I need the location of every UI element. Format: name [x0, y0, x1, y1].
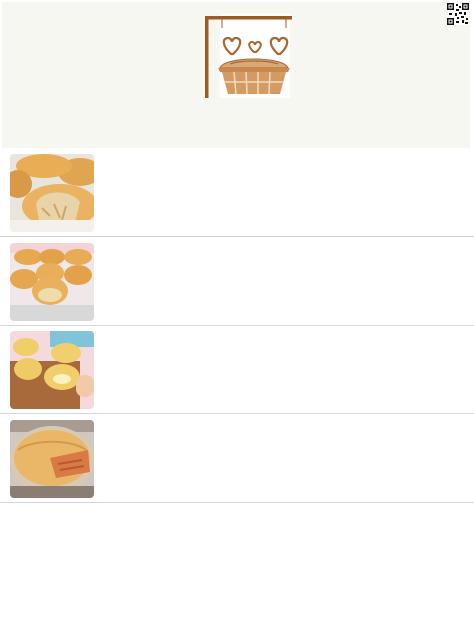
pies-on-tray-photo	[10, 242, 94, 321]
recipe-list-item[interactable]	[0, 416, 474, 503]
large-meat-pie-photo	[10, 419, 94, 498]
cheese-pies-on-board-photo	[10, 331, 94, 409]
qr-code-icon[interactable]	[447, 3, 469, 25]
pie-shop-sign-icon	[200, 14, 292, 98]
recipe-list-item[interactable]	[0, 150, 474, 237]
chicken-pie-photo	[10, 154, 94, 232]
recipe-list-item[interactable]	[0, 239, 474, 326]
recipe-list-item[interactable]	[0, 327, 474, 414]
recipe-list	[0, 150, 474, 504]
